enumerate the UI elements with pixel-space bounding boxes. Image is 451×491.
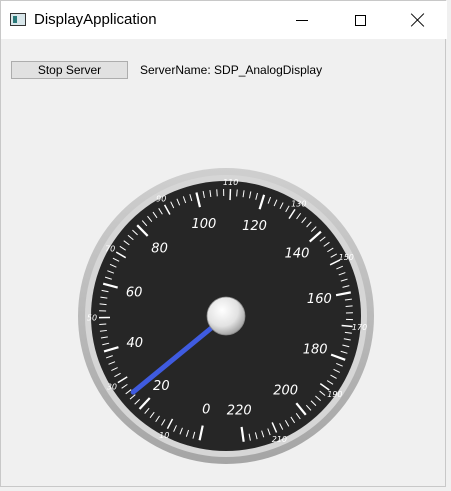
gauge-tick (99, 303, 107, 306)
maximize-button[interactable] (337, 1, 383, 39)
gauge-tick (216, 189, 218, 197)
maximize-icon (354, 14, 366, 26)
minimize-icon (296, 19, 308, 21)
gauge-hub-knob (206, 296, 246, 336)
gauge-tick (345, 305, 353, 307)
close-icon (411, 13, 425, 27)
gauge-major-label: 180 (303, 342, 328, 357)
gauge-minor-label: 210 (272, 435, 287, 444)
server-name-row: ServerName: SDP_AnalogDisplay (140, 63, 322, 77)
gauge-minor-label: 30 (107, 382, 117, 391)
gauge-minor-label: 70 (105, 245, 115, 254)
stop-server-button[interactable]: Stop Server (11, 61, 128, 79)
minimize-button[interactable] (279, 1, 325, 39)
gauge-major-label: 140 (285, 246, 310, 261)
gauge-major-label: 120 (242, 219, 267, 234)
gauge-minor-label: 110 (223, 178, 238, 187)
gauge-minor-label: 150 (339, 253, 354, 262)
title-bar: DisplayApplication (1, 1, 447, 39)
gauge-major-label: 100 (191, 217, 216, 232)
server-name-label: ServerName: (140, 63, 211, 77)
gauge-major-label: 220 (227, 404, 252, 419)
gauge-minor-label: 50 (87, 314, 97, 323)
speed-gauge: 0 20 40 60 80 100 120 140 160 180 200 220 10 30 50 70 90… (78, 168, 374, 464)
gauge-major-label: 40 (126, 336, 143, 351)
gauge-minor-label: 190 (327, 390, 342, 399)
close-button[interactable] (395, 1, 441, 39)
gauge-major-label: 80 (151, 242, 168, 257)
app-window-icon (10, 13, 26, 26)
gauge-major-label: 60 (126, 285, 143, 300)
gauge-major-label: 20 (153, 379, 170, 394)
gauge-major-label: 0 (202, 402, 210, 417)
app-window: DisplayApplication Stop Server ServerNam… (0, 0, 447, 487)
server-name-value: SDP_AnalogDisplay (214, 63, 323, 77)
gauge-major-label: 200 (273, 383, 298, 398)
gauge-minor-label: 90 (156, 195, 166, 204)
gauge-tick (236, 189, 238, 197)
gauge-minor-label: 170 (352, 323, 367, 332)
gauge-major-label: 160 (307, 292, 332, 307)
gauge-minor-label: 10 (159, 431, 169, 440)
gauge-minor-label: 130 (291, 200, 306, 209)
window-title: DisplayApplication (34, 11, 157, 28)
